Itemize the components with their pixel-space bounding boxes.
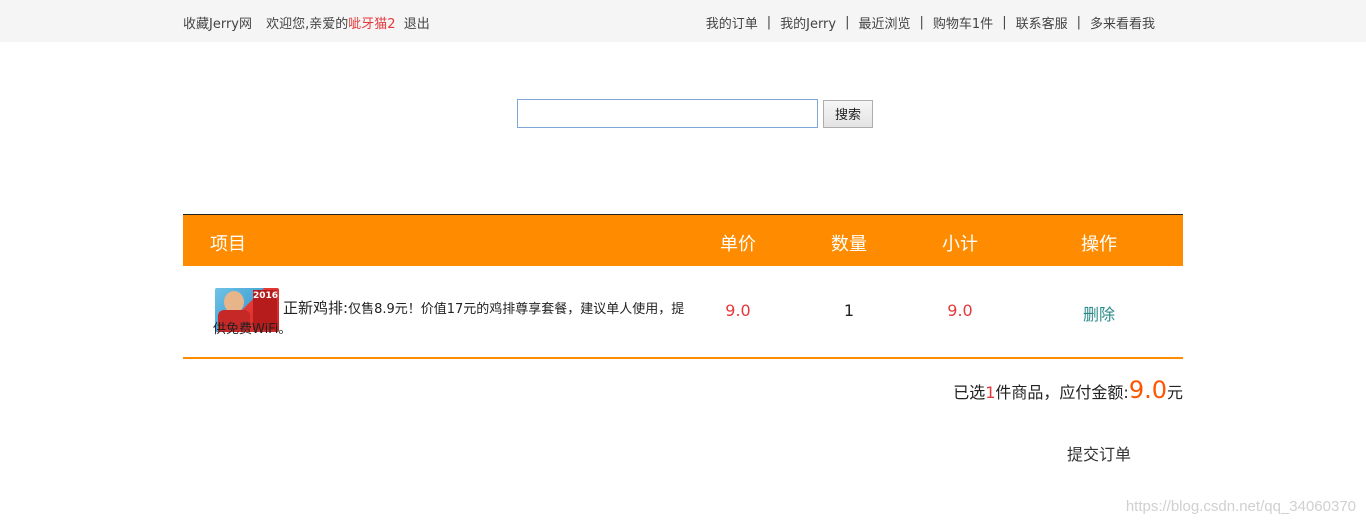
logout-link[interactable]: 退出 [404, 17, 430, 32]
nav-cart[interactable]: 购物车1件 [933, 13, 993, 32]
top-bar: 收藏Jerry网 欢迎您,亲爱的呲牙猫2 退出 我的订单 | 我的Jerry |… [0, 0, 1366, 42]
welcome-text: 欢迎您,亲爱的 [266, 17, 349, 32]
table-row: 2016 正新鸡排:仅售8.9元！价值17元的鸡排尊享套餐，建议单人使用，提供免… [183, 266, 1183, 359]
summary-suffix: 元 [1166, 383, 1183, 402]
nav-more[interactable]: 多来看看我 [1090, 13, 1155, 32]
quantity: 1 [843, 301, 855, 320]
nav-support[interactable]: 联系客服 [1016, 13, 1068, 32]
summary-mid: 件商品，应付金额: [995, 383, 1129, 402]
header-item: 项目 [210, 234, 246, 255]
favorite-site-link[interactable]: 收藏Jerry网 [183, 17, 252, 32]
watermark: https://blog.csdn.net/qq_34060370 [1125, 498, 1356, 515]
header-operation: 操作 [1081, 234, 1117, 255]
nav-separator: | [766, 15, 772, 30]
nav-recent[interactable]: 最近浏览 [859, 13, 911, 32]
summary-prefix: 已选 [953, 383, 986, 402]
order-summary: 已选1件商品，应付金额:9.0元 [953, 376, 1183, 404]
nav-separator: | [919, 15, 924, 30]
search-input[interactable] [517, 99, 818, 128]
nav-separator: | [1076, 15, 1081, 30]
selected-count: 1 [985, 383, 996, 402]
nav-separator: | [845, 15, 850, 30]
nav-my-orders[interactable]: 我的订单 [706, 13, 758, 32]
search-bar: 搜索 [517, 99, 873, 128]
unit-price: 9.0 [725, 301, 751, 320]
header-price: 单价 [720, 234, 756, 255]
search-button[interactable]: 搜索 [823, 99, 873, 128]
nav-separator: | [1002, 15, 1007, 30]
username[interactable]: 呲牙猫2 [348, 17, 395, 32]
total-amount: 9.0 [1128, 376, 1167, 404]
product-name: 正新鸡排: [283, 299, 349, 317]
nav-my-jerry[interactable]: 我的Jerry [780, 13, 836, 32]
delete-link[interactable]: 删除 [1063, 301, 1135, 325]
subtotal: 9.0 [947, 301, 973, 320]
header-qty: 数量 [831, 234, 867, 255]
table-header: 项目 单价 数量 小计 操作 [183, 215, 1183, 266]
cart-table: 项目 单价 数量 小计 操作 2016 正新鸡排:仅售8.9元！价值17元的鸡排… [183, 214, 1183, 359]
topbar-left: 收藏Jerry网 欢迎您,亲爱的呲牙猫2 退出 [183, 13, 440, 32]
header-subtotal: 小计 [942, 234, 978, 255]
product-description[interactable]: 正新鸡排:仅售8.9元！价值17元的鸡排尊享套餐，建议单人使用，提供免费WiFi… [213, 298, 693, 340]
submit-order-button[interactable]: 提交订单 [1067, 441, 1131, 465]
topbar-nav: 我的订单 | 我的Jerry | 最近浏览 | 购物车1件 | 联系客服 | 多… [706, 13, 1155, 32]
